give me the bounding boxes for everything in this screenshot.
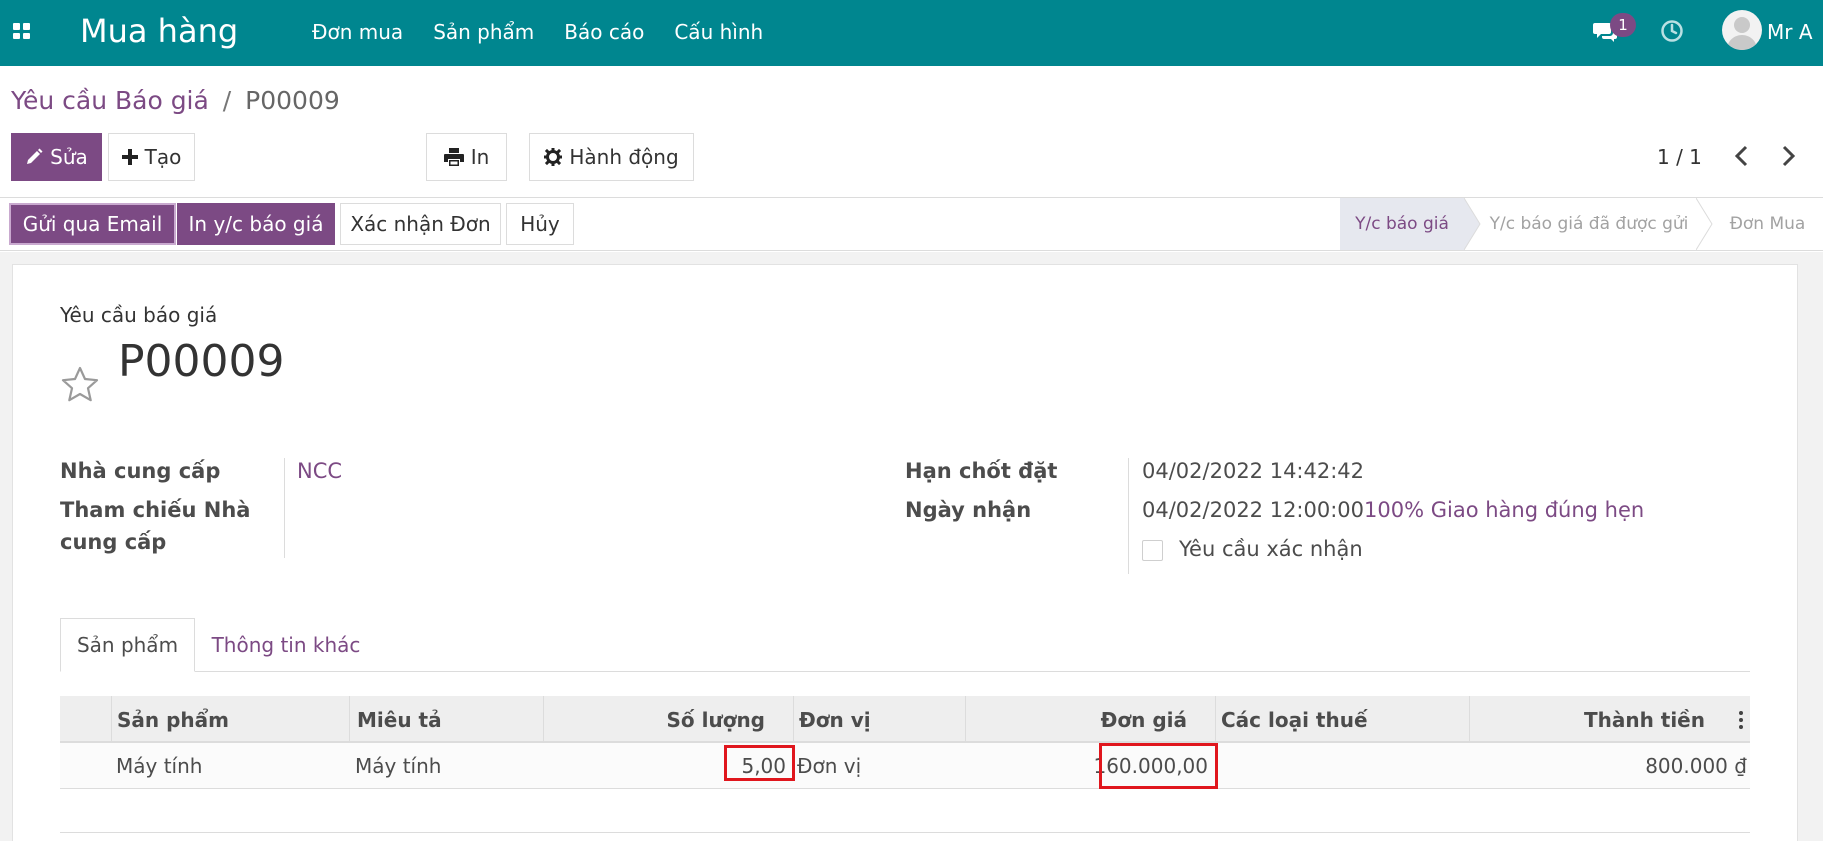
send-email-button[interactable]: Gửi qua Email (9, 203, 176, 245)
top-navbar: Mua hàng Đơn mua Sản phẩm Báo cáo Cấu hì… (0, 0, 1823, 66)
vendor-reference-label-line2: cung cấp (60, 530, 167, 554)
avatar-silhouette-icon (1727, 17, 1757, 50)
column-product[interactable]: Sản phẩm (112, 696, 350, 743)
activity-clock-icon[interactable] (1660, 19, 1684, 43)
breadcrumb: Yêu cầu Báo giá / P00009 (11, 86, 340, 115)
stage-purchase-order: Đơn Mua (1729, 214, 1806, 234)
breadcrumb-separator: / (222, 86, 232, 115)
menu-item-purchase-orders[interactable]: Đơn mua (312, 20, 403, 44)
main-menu: Đơn mua Sản phẩm Báo cáo Cấu hình (312, 20, 763, 44)
vendor-reference-label-line1: Tham chiếu Nhà (60, 498, 251, 522)
cancel-button[interactable]: Hủy (506, 203, 574, 245)
print-rfq-button[interactable]: In y/c báo giá (177, 203, 335, 245)
cell-taxes[interactable] (1221, 743, 1470, 789)
vendor-label: Nhà cung cấp (60, 459, 221, 483)
column-quantity[interactable]: Số lượng (544, 696, 794, 743)
optional-columns-icon[interactable] (1738, 711, 1744, 729)
menu-item-products[interactable]: Sản phẩm (433, 20, 534, 44)
cell-subtotal: 800.000 ₫ (1645, 754, 1747, 778)
apps-menu-icon[interactable] (13, 23, 31, 39)
quantity-highlight-box (724, 745, 795, 781)
confirm-order-button[interactable]: Xác nhận Đơn (340, 203, 501, 245)
star-icon[interactable] (60, 365, 100, 405)
menu-item-configuration[interactable]: Cấu hình (674, 20, 763, 44)
pager-value[interactable]: 1 / 1 (1657, 145, 1702, 169)
table-row[interactable]: Máy tính Máy tính 5,00 Đơn vị 160.000,00… (60, 743, 1750, 789)
column-description[interactable]: Miêu tả (350, 696, 544, 743)
statusbar: Gửi qua Email In y/c báo giá Xác nhận Đơ… (0, 197, 1823, 251)
edit-button-label: Sửa (50, 145, 88, 169)
record-name: P00009 (118, 336, 285, 387)
chat-count-badge: 1 (1610, 13, 1636, 37)
breadcrumb-current: P00009 (245, 86, 340, 115)
create-button-label: Tạo (144, 145, 182, 169)
unit-price-highlight-box (1099, 743, 1218, 789)
create-button[interactable]: Tạo (108, 133, 195, 181)
ask-confirmation-checkbox[interactable] (1142, 540, 1163, 561)
breadcrumb-parent-link[interactable]: Yêu cầu Báo giá (11, 86, 209, 115)
action-button[interactable]: Hành động (529, 133, 694, 181)
user-avatar[interactable] (1722, 10, 1762, 50)
field-divider (1128, 458, 1129, 574)
field-divider (284, 458, 285, 558)
form-title-label: Yêu cầu báo giá (60, 303, 218, 327)
order-deadline-label: Hạn chốt đặt (905, 459, 1058, 483)
stage-rfq: Y/c báo giá (1340, 198, 1464, 250)
edit-button[interactable]: Sửa (11, 133, 102, 181)
cell-product[interactable]: Máy tính (116, 743, 350, 789)
app-title[interactable]: Mua hàng (80, 12, 238, 50)
receipt-date-value[interactable]: 04/02/2022 12:00:00 (1142, 498, 1364, 522)
receipt-date-label: Ngày nhận (905, 498, 1032, 522)
table-header: Sản phẩm Miêu tả Số lượng Đơn vị Đơn giá… (60, 696, 1750, 743)
gear-icon (544, 148, 563, 166)
table-footer-line (60, 832, 1750, 833)
column-subtotal[interactable]: Thành tiền (1470, 696, 1750, 743)
on-time-rate-link[interactable]: 100% Giao hàng đúng hẹn (1364, 498, 1644, 522)
pencil-icon (27, 148, 43, 164)
printer-icon (443, 148, 464, 166)
tab-other-info[interactable]: Thông tin khác (206, 618, 366, 672)
order-deadline-value[interactable]: 04/02/2022 14:42:42 (1142, 459, 1364, 483)
stage-rfq-sent: Y/c báo giá đã được gửi (1489, 214, 1689, 234)
column-unit-price[interactable]: Đơn giá (966, 696, 1216, 743)
tab-products[interactable]: Sản phẩm (60, 618, 195, 672)
action-button-label: Hành động (569, 145, 679, 169)
user-name[interactable]: Mr A (1767, 20, 1813, 44)
chevron-right-icon[interactable] (1778, 144, 1798, 168)
column-taxes[interactable]: Các loại thuế (1216, 696, 1470, 743)
print-button-label: In (470, 145, 490, 169)
vendor-link[interactable]: NCC (297, 459, 342, 483)
print-button[interactable]: In (426, 133, 507, 181)
plus-icon (121, 149, 138, 165)
ask-confirmation-label: Yêu cầu xác nhận (1179, 537, 1363, 561)
menu-item-reporting[interactable]: Báo cáo (564, 20, 644, 44)
cell-uom[interactable]: Đơn vị (797, 743, 966, 789)
cell-description[interactable]: Máy tính (355, 743, 545, 789)
chevron-left-icon[interactable] (1732, 144, 1752, 168)
table-header-handle (60, 696, 112, 743)
column-uom[interactable]: Đơn vị (794, 696, 966, 743)
